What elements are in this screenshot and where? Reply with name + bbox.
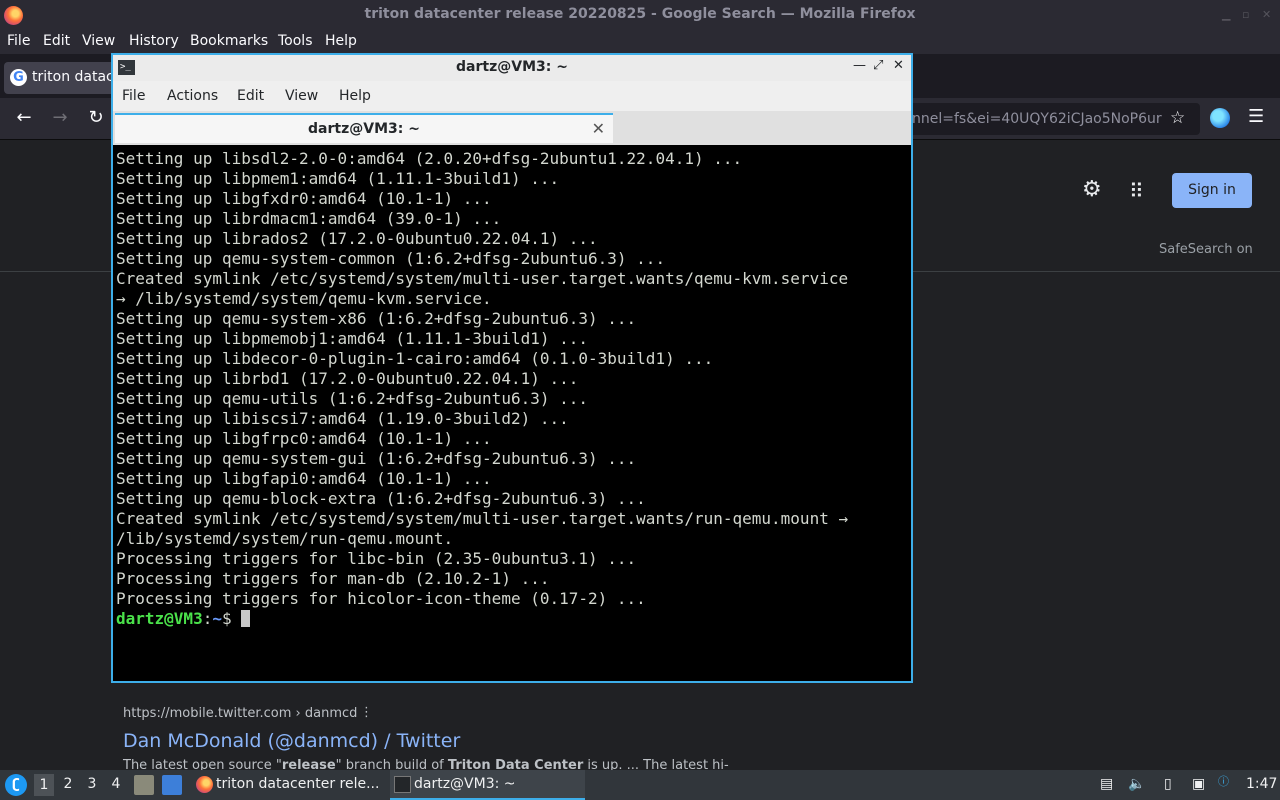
back-icon[interactable]: ← bbox=[12, 107, 36, 128]
terminal-menu-help[interactable]: Help bbox=[339, 88, 371, 104]
terminal-task-icon bbox=[394, 776, 411, 793]
prompt-separator: : bbox=[202, 609, 213, 628]
prompt-path: ~ bbox=[212, 609, 222, 628]
task-firefox[interactable]: triton datacenter rele... bbox=[192, 770, 387, 800]
result-url[interactable]: https://mobile.twitter.com › danmcd bbox=[123, 706, 357, 721]
close-icon[interactable]: ✕ bbox=[1262, 8, 1271, 21]
tab-label: triton datac bbox=[32, 69, 114, 85]
clipboard-tray-icon[interactable]: ▤ bbox=[1100, 776, 1113, 792]
notes-tray-icon[interactable]: ▯ bbox=[1164, 776, 1172, 792]
task-firefox-label: triton datacenter rele... bbox=[216, 776, 380, 792]
terminal-line: Processing triggers for libc-bin (2.35-0… bbox=[116, 549, 637, 568]
terminal-line: Setting up qemu-system-x86 (1:6.2+dfsg-2… bbox=[116, 309, 637, 328]
url-text: nnel=fs&ei=40UQY62iCJao5NoP6ur bbox=[912, 111, 1162, 127]
terminal-line: Processing triggers for hicolor-icon-the… bbox=[116, 589, 646, 608]
terminal-line: Created symlink /etc/systemd/system/mult… bbox=[116, 269, 849, 288]
menu-file[interactable]: File bbox=[7, 33, 30, 49]
terminal-close-icon[interactable]: ✕ bbox=[893, 58, 904, 73]
prompt-user: dartz@VM3 bbox=[116, 609, 203, 628]
workspace-1[interactable]: 1 bbox=[34, 774, 54, 796]
minimize-icon[interactable]: ▁ bbox=[1222, 8, 1230, 21]
network-icon[interactable]: ▣ bbox=[1192, 776, 1205, 792]
terminal-output[interactable]: Setting up libsdl2-2.0-0:amd64 (2.0.20+d… bbox=[113, 145, 911, 681]
sign-in-button[interactable]: Sign in bbox=[1172, 173, 1252, 208]
terminal-tabbar: dartz@VM3: ~ ✕ bbox=[113, 111, 911, 145]
terminal-line: Setting up libsdl2-2.0-0:amd64 (2.0.20+d… bbox=[116, 149, 743, 168]
terminal-line: Setting up libiscsi7:amd64 (1.19.0-3buil… bbox=[116, 409, 569, 428]
terminal-line: Setting up librados2 (17.2.0-0ubuntu0.22… bbox=[116, 229, 598, 248]
menu-help[interactable]: Help bbox=[325, 33, 357, 49]
url-bar[interactable]: nnel=fs&ei=40UQY62iCJao5NoP6ur ☆ bbox=[900, 103, 1200, 135]
terminal-prompt[interactable]: dartz@VM3:~$ bbox=[116, 609, 251, 629]
terminal-tab[interactable]: dartz@VM3: ~ ✕ bbox=[115, 113, 613, 143]
volume-icon[interactable]: 🔈 bbox=[1128, 776, 1145, 792]
terminal-tab-close-icon[interactable]: ✕ bbox=[592, 119, 605, 138]
menu-view[interactable]: View bbox=[82, 33, 115, 49]
firefox-window-title: triton datacenter release 20220825 - Goo… bbox=[364, 6, 916, 22]
desktop: triton datacenter release 20220825 - Goo… bbox=[0, 0, 1280, 800]
start-menu-icon[interactable]: ʗ bbox=[5, 774, 27, 796]
firefox-titlebar: triton datacenter release 20220825 - Goo… bbox=[0, 0, 1280, 30]
firefox-task-icon bbox=[196, 776, 213, 793]
terminal-window[interactable]: >_ dartz@VM3: ~ — ⤢ ✕ File Actions Edit … bbox=[111, 53, 913, 683]
terminal-line: → /lib/systemd/system/qemu-kvm.service. bbox=[116, 289, 492, 308]
terminal-line: Setting up libpmem1:amd64 (1.11.1-3build… bbox=[116, 169, 560, 188]
reload-icon[interactable]: ↻ bbox=[84, 107, 108, 128]
taskbar: ʗ 1 2 3 4 triton datacenter rele... dart… bbox=[0, 770, 1280, 800]
terminal-line: Setting up libgfrpc0:amd64 (10.1-1) ... bbox=[116, 429, 492, 448]
terminal-line: Created symlink /etc/systemd/system/mult… bbox=[116, 509, 849, 528]
terminal-line: Setting up libgfapi0:amd64 (10.1-1) ... bbox=[116, 469, 492, 488]
terminal-minimize-icon[interactable]: — bbox=[853, 58, 866, 73]
terminal-line: Setting up qemu-system-gui (1:6.2+dfsg-2… bbox=[116, 449, 637, 468]
workspace-4[interactable]: 4 bbox=[106, 776, 126, 792]
terminal-menubar: File Actions Edit View Help bbox=[113, 81, 911, 111]
menu-tools[interactable]: Tools bbox=[278, 33, 313, 49]
google-favicon-icon: G bbox=[10, 69, 27, 86]
safesearch-label[interactable]: SafeSearch on bbox=[1159, 242, 1253, 257]
maximize-icon[interactable]: ▫ bbox=[1242, 8, 1249, 21]
prompt-symbol: $ bbox=[221, 609, 242, 628]
forward-icon[interactable]: → bbox=[48, 107, 72, 128]
terminal-tab-label: dartz@VM3: ~ bbox=[308, 121, 420, 137]
terminal-window-title: dartz@VM3: ~ bbox=[456, 59, 568, 75]
terminal-menu-view[interactable]: View bbox=[285, 88, 318, 104]
terminal-cursor bbox=[241, 610, 251, 627]
result-more-icon[interactable]: ⋮ bbox=[360, 705, 373, 720]
account-icon[interactable] bbox=[1210, 108, 1230, 128]
terminal-line: Setting up qemu-block-extra (1:6.2+dfsg-… bbox=[116, 489, 646, 508]
terminal-line: Setting up libdecor-0-plugin-1-cairo:amd… bbox=[116, 349, 714, 368]
terminal-line: Setting up libgfxdr0:amd64 (10.1-1) ... bbox=[116, 189, 492, 208]
terminal-line: Setting up librdmacm1:amd64 (39.0-1) ... bbox=[116, 209, 502, 228]
result-title-link[interactable]: Dan McDonald (@danmcd) / Twitter bbox=[123, 730, 460, 752]
menu-edit[interactable]: Edit bbox=[43, 33, 70, 49]
notification-icon[interactable]: ⓘ bbox=[1218, 773, 1229, 789]
google-apps-icon[interactable]: ⠿ bbox=[1129, 179, 1144, 203]
terminal-line: Processing triggers for man-db (2.10.2-1… bbox=[116, 569, 550, 588]
terminal-menu-edit[interactable]: Edit bbox=[237, 88, 264, 104]
terminal-menu-actions[interactable]: Actions bbox=[167, 88, 218, 104]
terminal-line: Setting up qemu-system-common (1:6.2+dfs… bbox=[116, 249, 666, 268]
hamburger-menu-icon[interactable]: ☰ bbox=[1248, 106, 1264, 127]
workspace-2[interactable]: 2 bbox=[58, 776, 78, 792]
show-desktop-icon[interactable] bbox=[162, 775, 182, 795]
bookmark-star-icon[interactable]: ☆ bbox=[1170, 108, 1185, 128]
clock: 1:47 bbox=[1246, 776, 1278, 792]
workspace-3[interactable]: 3 bbox=[82, 776, 102, 792]
task-terminal-label: dartz@VM3: ~ bbox=[414, 776, 516, 792]
terminal-maximize-icon[interactable]: ⤢ bbox=[873, 58, 883, 73]
terminal-line: Setting up librbd1 (17.2.0-0ubuntu0.22.0… bbox=[116, 369, 579, 388]
terminal-menu-file[interactable]: File bbox=[122, 88, 145, 104]
settings-gear-icon[interactable]: ⚙ bbox=[1082, 177, 1102, 202]
task-terminal[interactable]: dartz@VM3: ~ bbox=[390, 770, 585, 800]
terminal-line: Setting up libpmemobj1:amd64 (1.11.1-3bu… bbox=[116, 329, 589, 348]
file-manager-icon[interactable] bbox=[134, 775, 154, 795]
terminal-line: /lib/systemd/system/run-qemu.mount. bbox=[116, 529, 454, 548]
menu-bookmarks[interactable]: Bookmarks bbox=[190, 33, 268, 49]
terminal-line: Setting up qemu-utils (1:6.2+dfsg-2ubunt… bbox=[116, 389, 589, 408]
firefox-menubar: File Edit View History Bookmarks Tools H… bbox=[0, 30, 1280, 54]
terminal-titlebar[interactable]: >_ dartz@VM3: ~ — ⤢ ✕ bbox=[113, 55, 911, 81]
menu-history[interactable]: History bbox=[129, 33, 179, 49]
